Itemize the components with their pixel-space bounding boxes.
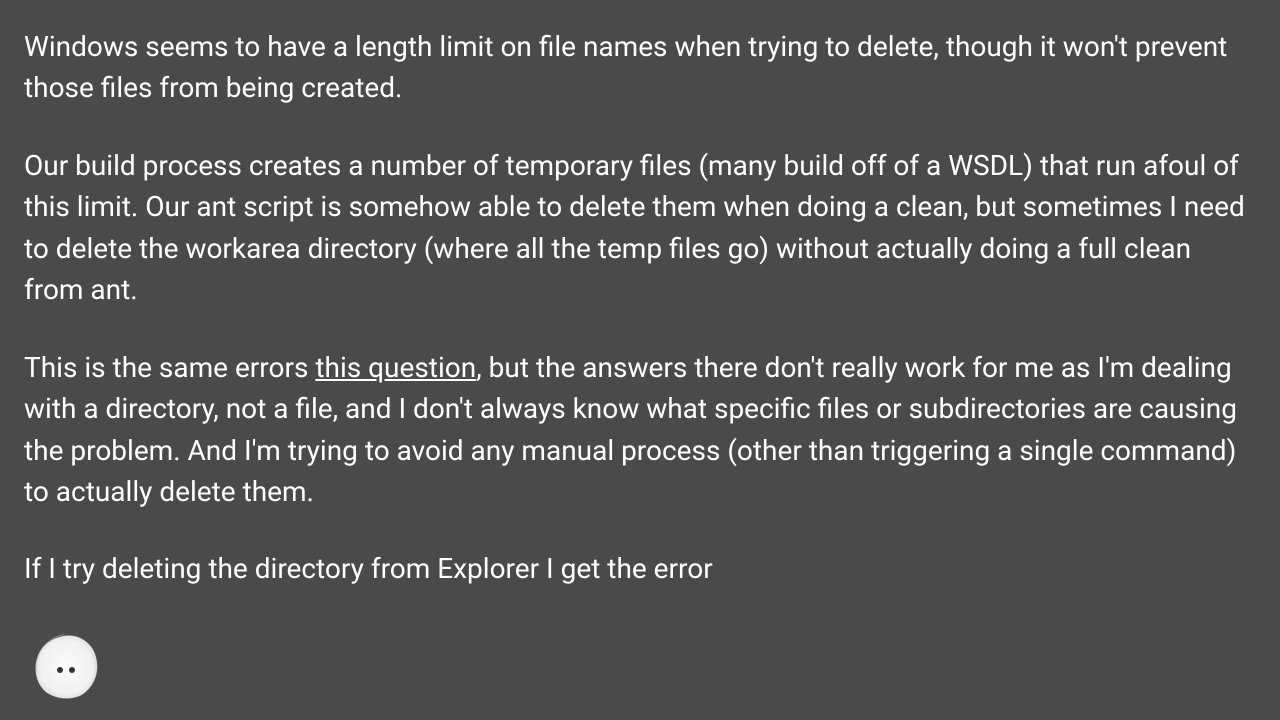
avatar-blob-icon — [30, 630, 102, 702]
p3-text-before: This is the same errors — [24, 351, 315, 384]
paragraph-4: If I try deleting the directory from Exp… — [24, 548, 1256, 589]
paragraph-1: Windows seems to have a length limit on … — [24, 26, 1256, 109]
avatar — [30, 630, 102, 702]
paragraph-2: Our build process creates a number of te… — [24, 145, 1256, 311]
question-body: Windows seems to have a length limit on … — [24, 26, 1256, 590]
paragraph-3: This is the same errors this question, b… — [24, 347, 1256, 513]
this-question-link[interactable]: this question — [315, 351, 476, 384]
avatar-eyes-icon — [57, 667, 75, 673]
